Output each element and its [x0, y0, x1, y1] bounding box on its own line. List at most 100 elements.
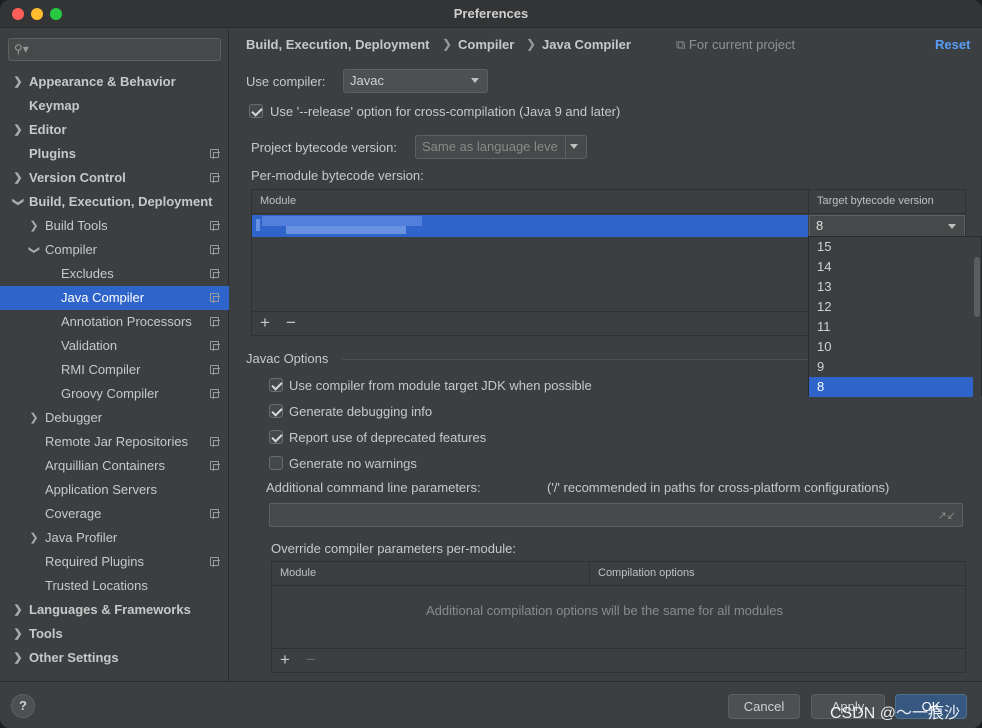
cmdline-params-label: Additional command line parameters:	[266, 480, 481, 495]
sidebar-item-arquillian-containers[interactable]: Arquillian Containers	[0, 454, 229, 478]
sidebar-item-java-compiler[interactable]: Java Compiler	[0, 286, 229, 310]
sidebar-item-remote-jar-repositories[interactable]: Remote Jar Repositories	[0, 430, 229, 454]
dialog-footer: ? Cancel Apply OK CSDN @～一痕沙	[0, 681, 982, 728]
override-params-label: Override compiler parameters per-module:	[271, 541, 516, 556]
sidebar-item-languages-frameworks[interactable]: ❯ Languages & Frameworks	[0, 598, 229, 622]
breadcrumb-build[interactable]: Build, Execution, Deployment	[246, 37, 429, 52]
use-compiler-select[interactable]: Javac	[343, 69, 488, 93]
sidebar-item-compiler[interactable]: ❯ Compiler	[0, 238, 229, 262]
target-bytecode-editor[interactable]: 8	[809, 215, 965, 237]
release-option-label: Use '--release' option for cross-compila…	[270, 104, 621, 119]
remove-override-button: −	[306, 650, 316, 669]
chevron-right-icon[interactable]: ❯	[12, 118, 24, 142]
chevron-down-icon[interactable]: ❯	[22, 244, 46, 256]
sidebar-item-trusted-locations[interactable]: Trusted Locations	[0, 574, 229, 598]
column-module[interactable]: Module	[272, 562, 316, 586]
project-scope-icon	[210, 389, 220, 399]
chevron-right-icon[interactable]: ❯	[12, 622, 24, 646]
chevron-down-icon	[570, 144, 578, 149]
chevron-right-icon[interactable]: ❯	[28, 214, 40, 238]
deprecated-features-checkbox[interactable]	[269, 430, 283, 444]
sidebar-item-debugger[interactable]: ❯ Debugger	[0, 406, 229, 430]
sidebar-item-other-settings[interactable]: ❯ Other Settings	[0, 646, 229, 670]
chevron-down-icon[interactable]	[948, 224, 956, 229]
sidebar-item-application-servers[interactable]: Application Servers	[0, 478, 229, 502]
sidebar-item-build-tools[interactable]: ❯ Build Tools	[0, 214, 229, 238]
dropdown-option-selected[interactable]: 8	[809, 377, 973, 397]
chevron-right-icon[interactable]: ❯	[28, 526, 40, 550]
watermark-text: CSDN @～一痕沙	[830, 705, 961, 722]
project-scope-icon	[210, 341, 220, 351]
column-module[interactable]: Module	[252, 190, 296, 214]
sidebar-item-appearance[interactable]: ❯ Appearance & Behavior	[0, 70, 229, 94]
sidebar-item-java-profiler[interactable]: ❯ Java Profiler	[0, 526, 229, 550]
remove-module-button[interactable]: −	[284, 313, 298, 333]
chevron-right-icon[interactable]: ❯	[28, 406, 40, 430]
project-scope-icon	[210, 461, 220, 471]
sidebar-item-editor[interactable]: ❯ Editor	[0, 118, 229, 142]
use-compiler-label: Use compiler:	[246, 74, 326, 89]
chevron-right-icon[interactable]: ❯	[12, 598, 24, 622]
dropdown-option[interactable]: 12	[809, 297, 973, 317]
dropdown-option[interactable]: 11	[809, 317, 973, 337]
scrollbar-thumb[interactable]	[974, 257, 980, 317]
sidebar-item-required-plugins[interactable]: Required Plugins	[0, 550, 229, 574]
redacted-module-name	[286, 226, 406, 234]
chevron-down-icon[interactable]: ❯	[6, 196, 30, 208]
sidebar-item-version-control[interactable]: ❯ Version Control	[0, 166, 229, 190]
project-scope-icon	[210, 149, 220, 159]
sidebar-item-build-execution-deployment[interactable]: ❯ Build, Execution, Deployment	[0, 190, 229, 214]
debugging-info-checkbox[interactable]	[269, 404, 283, 418]
chevron-right-icon[interactable]: ❯	[12, 166, 24, 190]
add-module-button[interactable]: +	[258, 313, 272, 333]
project-scope-icon: ⧉	[676, 37, 686, 52]
chevron-right-icon[interactable]: ❯	[12, 646, 24, 670]
dropdown-option[interactable]: 9	[809, 357, 973, 377]
dropdown-scrollbar[interactable]	[973, 237, 981, 397]
project-scope-icon	[210, 437, 220, 447]
module-icon	[256, 219, 260, 231]
debugging-info-label: Generate debugging info	[289, 404, 433, 419]
dropdown-option[interactable]: 14	[809, 257, 973, 277]
dropdown-option[interactable]: 13	[809, 277, 973, 297]
module-target-jdk-checkbox[interactable]	[269, 378, 283, 392]
sidebar-item-annotation-processors[interactable]: Annotation Processors	[0, 310, 229, 334]
reset-link[interactable]: Reset	[935, 37, 970, 52]
sidebar-item-excludes[interactable]: Excludes	[0, 262, 229, 286]
dropdown-option[interactable]: 10	[809, 337, 973, 357]
sidebar-item-plugins[interactable]: Plugins	[0, 142, 229, 166]
breadcrumb-java-compiler: Java Compiler	[542, 37, 631, 52]
column-compilation-options[interactable]: Compilation options	[590, 562, 695, 586]
expand-icon[interactable]: ↗↙	[938, 509, 956, 522]
sidebar-item-keymap[interactable]: Keymap	[0, 94, 229, 118]
module-target-jdk-label: Use compiler from module target JDK when…	[289, 378, 592, 393]
settings-search-input[interactable]: ⚲▾	[8, 38, 221, 61]
sidebar-item-coverage[interactable]: Coverage	[0, 502, 229, 526]
add-override-button[interactable]: +	[278, 650, 292, 670]
project-scope-icon	[210, 557, 220, 567]
table-row[interactable]	[252, 215, 808, 237]
project-scope-label: ⧉ For current project	[676, 37, 796, 52]
cmdline-params-input[interactable]: ↗↙	[269, 503, 963, 527]
sidebar-item-tools[interactable]: ❯ Tools	[0, 622, 229, 646]
window-title: Preferences	[453, 6, 529, 21]
release-option-checkbox[interactable]	[249, 104, 263, 118]
breadcrumb-separator-icon: ❯	[442, 37, 453, 51]
sidebar-item-validation[interactable]: Validation	[0, 334, 229, 358]
no-warnings-checkbox[interactable]	[269, 456, 283, 470]
dropdown-option[interactable]: 15	[809, 237, 973, 257]
project-bytecode-select[interactable]: Same as language leve	[415, 135, 587, 159]
chevron-right-icon[interactable]: ❯	[12, 70, 24, 94]
override-params-table: Module Compilation options Additional co…	[271, 561, 966, 673]
project-scope-icon	[210, 173, 220, 183]
sidebar-item-groovy-compiler[interactable]: Groovy Compiler	[0, 382, 229, 406]
redacted-module-name	[262, 216, 422, 226]
project-bytecode-label: Project bytecode version:	[251, 140, 397, 155]
cancel-button[interactable]: Cancel	[728, 694, 800, 719]
breadcrumb-compiler[interactable]: Compiler	[458, 37, 514, 52]
settings-sidebar: ⚲▾ ❯ Appearance & Behavior Keymap ❯ Edit…	[0, 29, 229, 681]
project-scope-icon	[210, 317, 220, 327]
sidebar-item-rmi-compiler[interactable]: RMI Compiler	[0, 358, 229, 382]
help-button[interactable]: ?	[11, 694, 35, 718]
column-target-bytecode[interactable]: Target bytecode version	[809, 190, 934, 214]
